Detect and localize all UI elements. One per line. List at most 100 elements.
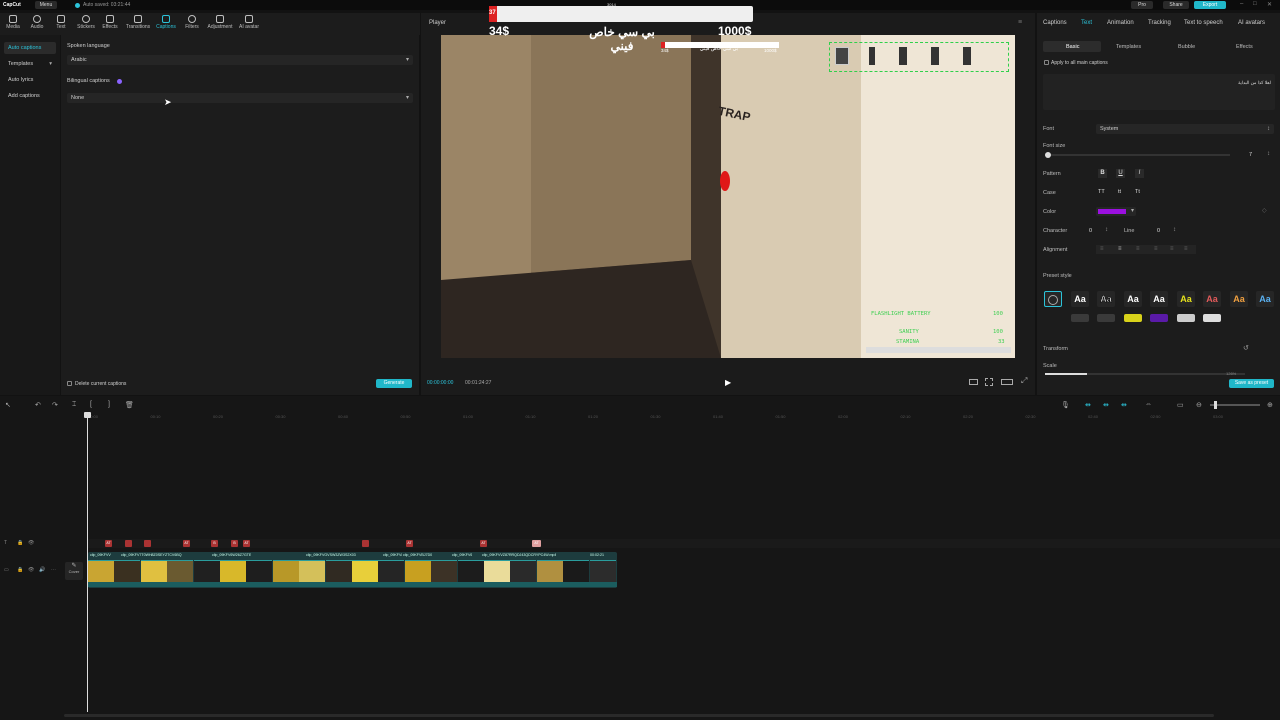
- subtab-bubble[interactable]: Bubble: [1178, 44, 1195, 50]
- toolbar-effects[interactable]: Effects: [97, 15, 123, 30]
- align-center-icon[interactable]: ≡: [1118, 246, 1122, 252]
- link-icon[interactable]: ⇹: [1103, 401, 1109, 409]
- eye-icon[interactable]: 👁: [28, 567, 34, 573]
- redo-icon[interactable]: ↷: [52, 401, 58, 409]
- pro-button[interactable]: Pro: [1131, 1, 1153, 9]
- toolbar-stickers[interactable]: Stickers: [73, 15, 99, 30]
- caption-track-icon[interactable]: ▭: [1177, 401, 1184, 409]
- generate-button[interactable]: Generate: [376, 379, 412, 388]
- preset-swatch[interactable]: [1203, 314, 1221, 322]
- tab-text-to-speech[interactable]: Text to speech: [1184, 20, 1223, 26]
- snap-icon[interactable]: ⇔: [1145, 401, 1152, 408]
- caption-marker[interactable]: B: [211, 540, 218, 547]
- caption-marker[interactable]: [144, 540, 151, 547]
- preset-none[interactable]: [1044, 291, 1062, 307]
- preset-style[interactable]: Aa: [1097, 291, 1115, 307]
- toolbar-ai-avatar[interactable]: AI avatar: [236, 15, 262, 30]
- reset-icon[interactable]: ↺: [1243, 344, 1249, 352]
- toolbar-transitions[interactable]: Transitions: [125, 15, 151, 30]
- character-value[interactable]: 0: [1089, 228, 1092, 234]
- more-icon[interactable]: ⋯: [51, 567, 56, 573]
- line-value[interactable]: 0: [1157, 228, 1160, 234]
- lock-icon[interactable]: 🔒: [17, 567, 23, 573]
- player-menu-icon[interactable]: ≡: [1018, 19, 1022, 26]
- save-as-preset-button[interactable]: Save as preset: [1229, 379, 1274, 388]
- toolbar-adjustment[interactable]: Adjustment: [207, 15, 233, 30]
- align-vertical-center-icon[interactable]: ≡: [1170, 246, 1174, 252]
- play-icon[interactable]: ▶: [725, 378, 731, 387]
- bilingual-captions-select[interactable]: None ▾: [67, 93, 413, 103]
- caption-marker[interactable]: AT: [532, 540, 541, 547]
- cover-button[interactable]: ✎ Cover: [65, 562, 83, 580]
- stepper-icon[interactable]: ↕: [1173, 227, 1176, 233]
- preset-style[interactable]: Aa: [1256, 291, 1274, 307]
- align-vertical-right-icon[interactable]: ≡: [1184, 246, 1188, 252]
- toolbar-text[interactable]: Text: [48, 15, 74, 30]
- zoom-out-icon[interactable]: ⊖: [1196, 401, 1202, 409]
- tab-animation[interactable]: Animation: [1107, 20, 1134, 26]
- caption-text-box[interactable]: اهلا كذا من البداية: [1043, 74, 1275, 110]
- nav-templates[interactable]: Templates ▾: [4, 58, 56, 70]
- video-preview[interactable]: TRAP FLASHLIGHT BATTERY 100 SANITY 100 S…: [441, 35, 1015, 358]
- font-size-value[interactable]: 7: [1249, 152, 1252, 158]
- preset-style[interactable]: Aa: [1203, 291, 1221, 307]
- lock-icon[interactable]: 🔒: [17, 540, 23, 546]
- preset-style[interactable]: Aa: [1177, 291, 1195, 307]
- timeline-scrollbar[interactable]: [64, 714, 1214, 717]
- align-right-icon[interactable]: ≡: [1136, 246, 1140, 252]
- maximize-icon[interactable]: □: [1253, 1, 1257, 7]
- italic-button[interactable]: I: [1135, 169, 1144, 178]
- zoom-slider[interactable]: [1210, 401, 1260, 409]
- caption-marker[interactable]: [362, 540, 369, 547]
- tab-tracking[interactable]: Tracking: [1148, 20, 1171, 26]
- split-icon[interactable]: ⌶: [72, 401, 76, 409]
- subtab-effects[interactable]: Effects: [1236, 44, 1253, 50]
- align-vertical-icon[interactable]: ≡: [1154, 246, 1158, 252]
- undo-icon[interactable]: ↶: [35, 401, 41, 409]
- align-left-icon[interactable]: ≡: [1100, 246, 1104, 252]
- minimize-icon[interactable]: –: [1240, 1, 1243, 7]
- share-button[interactable]: Share: [1163, 1, 1189, 9]
- magnet-icon[interactable]: ⇹: [1085, 401, 1091, 409]
- tab-captions[interactable]: Captions: [1043, 20, 1067, 26]
- keyframe-icon[interactable]: ◇: [1262, 207, 1267, 214]
- fullscreen-icon[interactable]: ⤢: [1021, 376, 1027, 386]
- case-upper-button[interactable]: TT: [1098, 189, 1105, 195]
- preview-axis-icon[interactable]: ⇹: [1121, 401, 1127, 409]
- caption-marker[interactable]: [125, 540, 132, 547]
- audio-icon[interactable]: 🔊: [39, 567, 45, 573]
- scale-value[interactable]: 126%: [1226, 371, 1236, 376]
- nav-add-captions[interactable]: Add captions: [4, 90, 56, 102]
- toolbar-audio[interactable]: Audio: [24, 15, 50, 30]
- caption-marker[interactable]: B: [231, 540, 238, 547]
- case-title-button[interactable]: Tt: [1135, 189, 1140, 195]
- zoom-in-icon[interactable]: ⊕: [1267, 401, 1273, 409]
- preset-swatch[interactable]: [1177, 314, 1195, 322]
- preset-swatch[interactable]: [1071, 314, 1089, 322]
- ratio-icon[interactable]: [969, 379, 978, 385]
- tab-ai-avatars[interactable]: AI avatars: [1238, 20, 1265, 26]
- preset-style[interactable]: Aa: [1150, 291, 1168, 307]
- case-lower-button[interactable]: tt: [1118, 189, 1121, 195]
- underline-button[interactable]: U: [1116, 169, 1125, 178]
- color-picker[interactable]: ▾: [1096, 207, 1136, 216]
- preset-swatch[interactable]: [1124, 314, 1142, 322]
- preset-swatch[interactable]: [1097, 314, 1115, 322]
- quality-icon[interactable]: [1001, 379, 1013, 385]
- nav-auto-captions[interactable]: Auto captions: [4, 42, 56, 54]
- toolbar-filters[interactable]: Filters: [179, 15, 205, 30]
- preset-style[interactable]: Aa: [1230, 291, 1248, 307]
- toolbar-media[interactable]: Media: [0, 15, 26, 30]
- stepper-icon[interactable]: ↕: [1267, 151, 1270, 157]
- eye-icon[interactable]: 👁: [28, 540, 34, 546]
- menu-button[interactable]: Menu: [35, 1, 57, 9]
- spoken-language-select[interactable]: Arabic ▾: [67, 55, 413, 65]
- fit-icon[interactable]: [985, 378, 993, 386]
- select-tool-icon[interactable]: ↖: [5, 401, 11, 409]
- tab-text[interactable]: Text: [1081, 20, 1092, 26]
- export-button[interactable]: Export: [1194, 1, 1226, 9]
- caption-marker[interactable]: AT: [183, 540, 190, 547]
- caption-marker[interactable]: AT: [406, 540, 413, 547]
- microphone-icon[interactable]: 🎙: [1061, 401, 1070, 409]
- apply-all-checkbox[interactable]: [1044, 60, 1049, 65]
